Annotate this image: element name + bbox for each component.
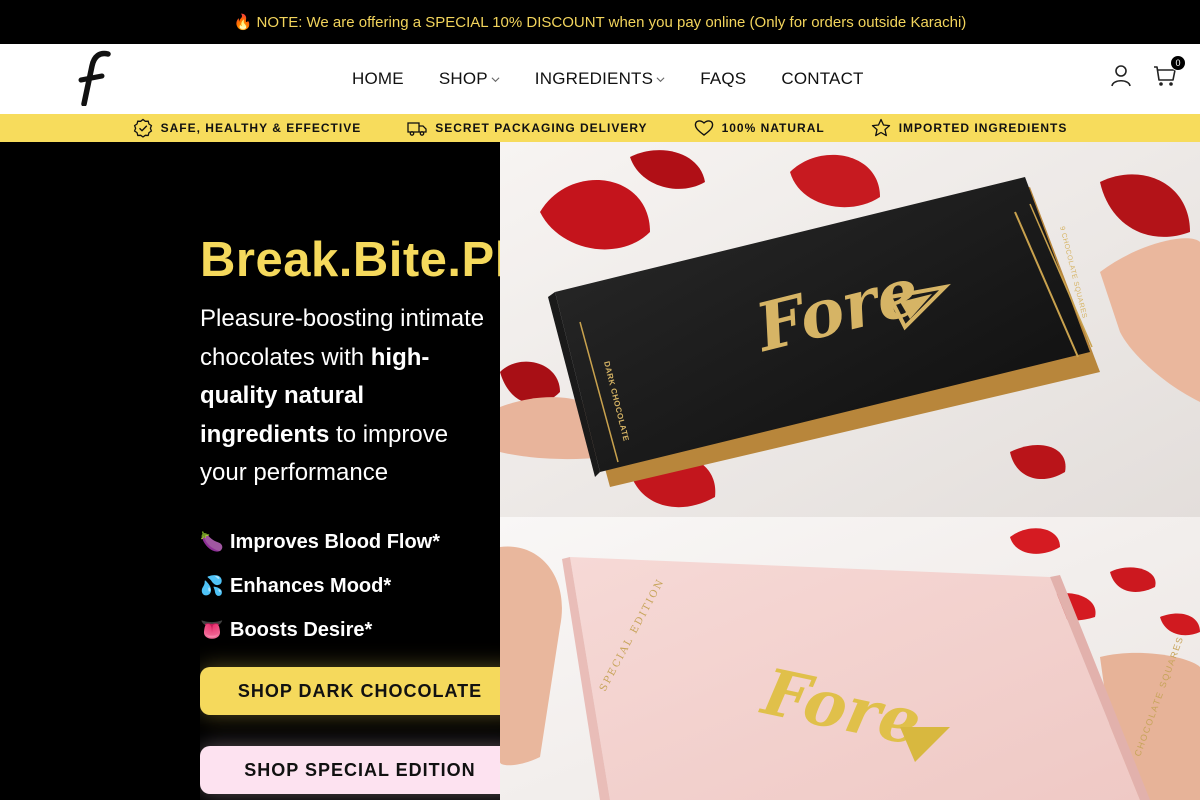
usp-item: IMPORTED INGREDIENTS [871, 118, 1068, 138]
chevron-down-icon [491, 76, 500, 82]
logo-f-icon [78, 50, 111, 107]
usp-item: SAFE, HEALTHY & EFFECTIVE [133, 118, 362, 138]
hero-image-dark-box: Fore DARK CHOCOLATE 9 CHOCOLATE SQUARES [500, 142, 1200, 517]
usp-label: SAFE, HEALTHY & EFFECTIVE [160, 121, 362, 135]
logo[interactable] [78, 50, 114, 107]
nav-ingredients-label: INGREDIENTS [534, 69, 654, 88]
hero-subtext: Pleasure-boosting intimate chocolates wi… [200, 300, 500, 493]
cart-count-badge: 0 [1170, 55, 1186, 71]
benefit-item: 💦 Enhances Mood* [200, 564, 440, 608]
nav-faqs-label: FAQS [700, 69, 747, 88]
benefit-label: Boosts Desire* [230, 618, 373, 641]
nav-home[interactable]: HOME [352, 69, 404, 89]
shop-dark-chocolate-button[interactable]: SHOP DARK CHOCOLATE [200, 667, 500, 715]
hero-section: Break.Bite.Play Pleasure-boosting intima… [0, 142, 1200, 800]
announcement-bar: 🔥 NOTE: We are offering a SPECIAL 10% DI… [0, 0, 1200, 44]
cart-button[interactable]: 0 [1152, 55, 1186, 88]
benefit-label: Improves Blood Flow* [230, 530, 441, 553]
hero-headline: Break.Bite.Play [200, 233, 500, 287]
hero-text-block: Break.Bite.Play Pleasure-boosting intima… [200, 142, 500, 800]
eggplant-icon: 🍆 [200, 532, 224, 553]
hero-image-pink-box: SPECIAL EDITION Fore CHOCOLATE SQUARES [500, 517, 1200, 800]
benefit-label: Enhances Mood* [230, 574, 392, 597]
nav-shop-label: SHOP [438, 69, 488, 88]
nav-contact-label: CONTACT [781, 69, 864, 88]
usp-label: 100% NATURAL [721, 121, 825, 135]
usp-label: IMPORTED INGREDIENTS [898, 121, 1068, 135]
header-icons: 0 [1108, 55, 1186, 88]
truck-icon [407, 122, 427, 136]
usp-item: 100% NATURAL [694, 118, 825, 138]
tongue-icon: 👅 [200, 620, 224, 641]
special-edition-box-illustration: SPECIAL EDITION Fore CHOCOLATE SQUARES [500, 517, 1200, 800]
usp-item: SECRET PACKAGING DELIVERY [407, 118, 647, 138]
benefit-item: 🍆 Improves Blood Flow* [200, 520, 440, 564]
announcement-text: 🔥 NOTE: We are offering a SPECIAL 10% DI… [233, 14, 967, 31]
user-icon [1111, 65, 1131, 87]
usp-label: SECRET PACKAGING DELIVERY [435, 121, 648, 135]
droplets-icon: 💦 [200, 576, 224, 597]
account-button[interactable] [1108, 62, 1134, 88]
hero-subtext-part: Pleasure-boosting intimate chocolates wi… [200, 305, 485, 371]
shop-special-edition-button[interactable]: SHOP SPECIAL EDITION [200, 746, 500, 794]
nav-home-label: HOME [352, 69, 404, 88]
nav-shop[interactable]: SHOP [439, 69, 500, 89]
nav-contact[interactable]: CONTACT [781, 69, 863, 89]
heart-icon [694, 120, 713, 136]
star-icon [871, 118, 890, 137]
nav-ingredients[interactable]: INGREDIENTS [535, 69, 665, 89]
nav-faqs[interactable]: FAQS [700, 69, 746, 89]
benefit-list: 🍆 Improves Blood Flow* 💦 Enhances Mood* … [200, 520, 440, 652]
main-nav: HOME SHOP INGREDIENTS FAQS CONTACT [352, 44, 899, 114]
verified-badge-icon [133, 118, 152, 138]
chevron-down-icon [656, 76, 665, 82]
dark-chocolate-box-illustration: Fore DARK CHOCOLATE 9 CHOCOLATE SQUARES [500, 142, 1200, 517]
benefit-item: 👅 Boosts Desire* [200, 608, 440, 652]
site-header: HOME SHOP INGREDIENTS FAQS CONTACT 0 [0, 44, 1200, 114]
usp-bar: SAFE, HEALTHY & EFFECTIVE SECRET PACKAGI… [0, 114, 1200, 142]
